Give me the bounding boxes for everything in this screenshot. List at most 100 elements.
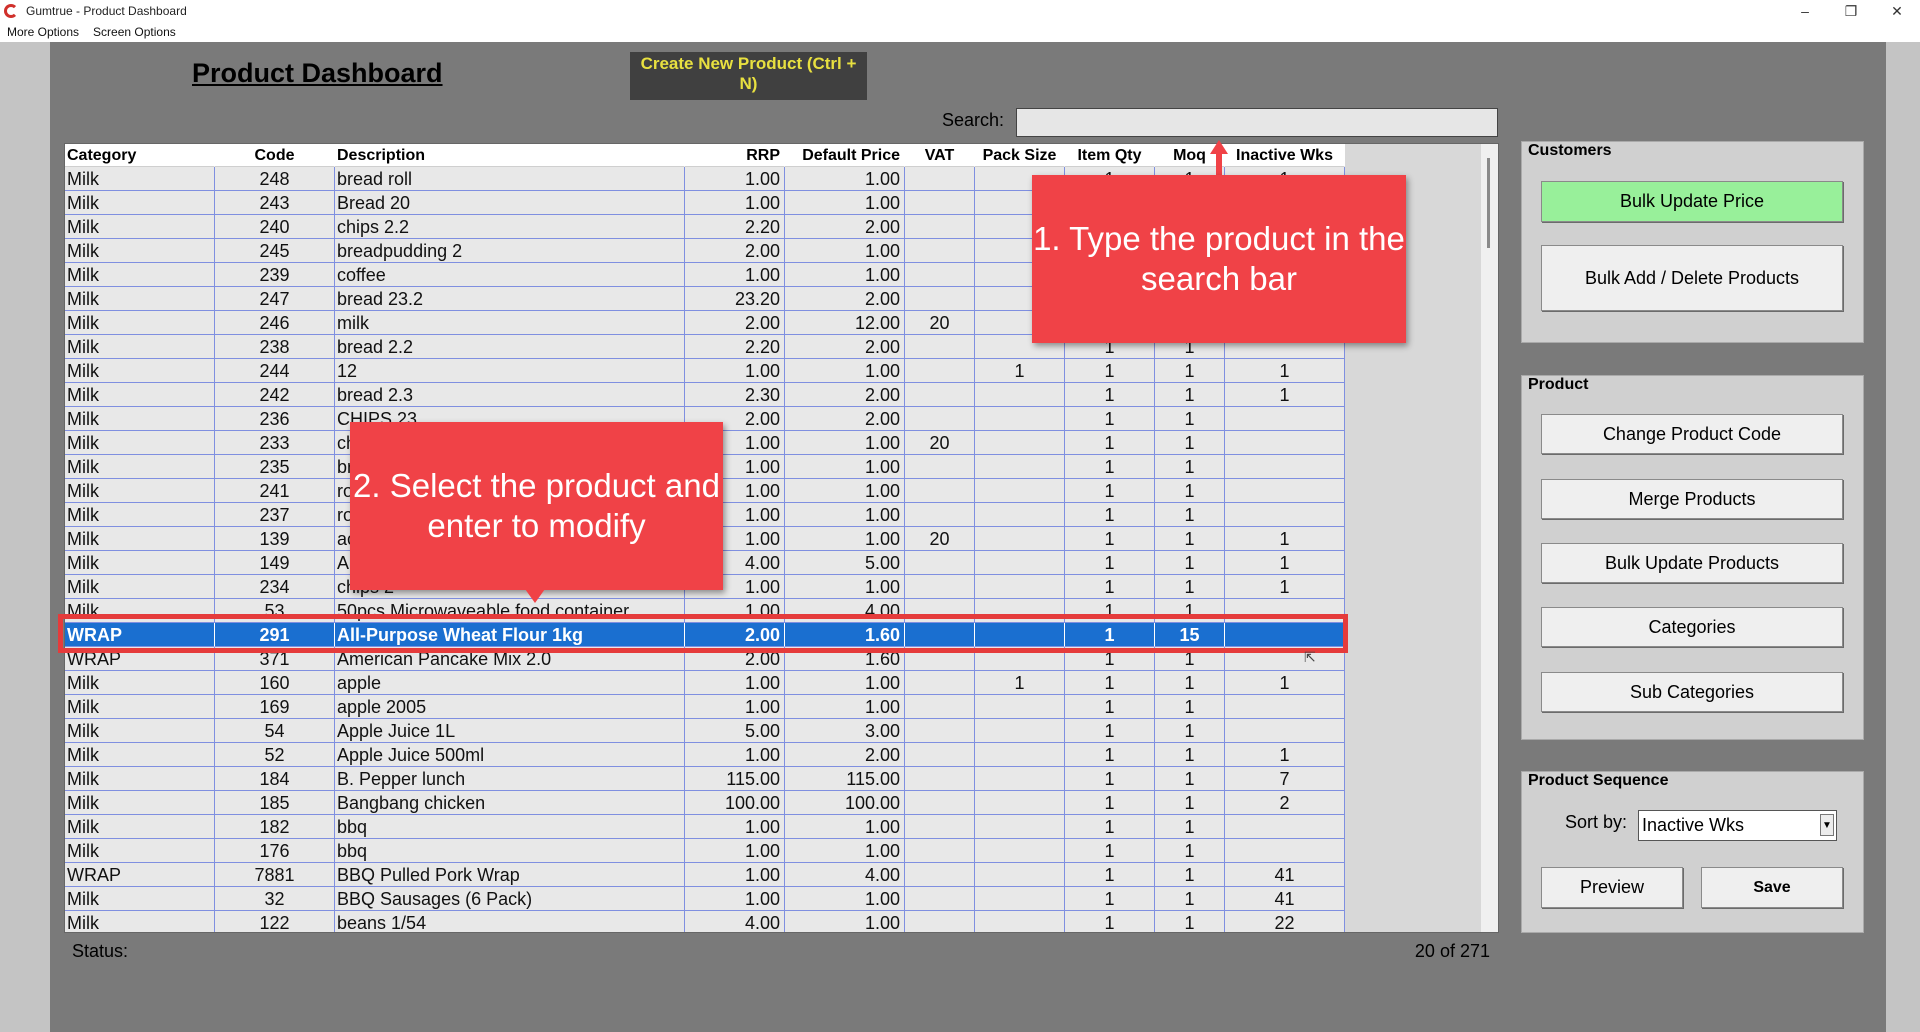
column-header-vat[interactable]: VAT	[905, 144, 975, 167]
table-row[interactable]: Milk 242 bread 2.3 2.30 2.00 1 1 1	[65, 383, 1345, 407]
customers-panel-title: Customers	[1528, 142, 1612, 159]
change-product-code-button[interactable]: Change Product Code	[1541, 414, 1843, 454]
cell-vat	[905, 839, 975, 863]
cell-moq: 1	[1155, 815, 1225, 839]
column-header-description[interactable]: Description	[335, 144, 685, 167]
save-button[interactable]: Save	[1701, 867, 1843, 908]
cell-pack-size	[975, 743, 1065, 767]
table-row[interactable]: Milk 185 Bangbang chicken 100.00 100.00 1 1 2	[65, 791, 1345, 815]
cell-moq: 1	[1155, 479, 1225, 503]
sub-categories-button[interactable]: Sub Categories	[1541, 672, 1843, 712]
cell-inactive-wks	[1225, 695, 1345, 719]
cell-vat	[905, 575, 975, 599]
cell-default-price: 1.00	[785, 887, 905, 911]
cell-inactive-wks	[1225, 455, 1345, 479]
cell-vat	[905, 767, 975, 791]
table-row[interactable]: Milk 54 Apple Juice 1L 5.00 3.00 1 1	[65, 719, 1345, 743]
categories-button[interactable]: Categories	[1541, 607, 1843, 647]
cell-category: Milk	[65, 671, 215, 695]
column-header-code[interactable]: Code	[215, 144, 335, 167]
cell-vat	[905, 359, 975, 383]
cell-moq: 1	[1155, 359, 1225, 383]
cell-inactive-wks: 7	[1225, 767, 1345, 791]
cell-pack-size	[975, 383, 1065, 407]
cell-vat: 20	[905, 527, 975, 551]
cell-inactive-wks	[1225, 839, 1345, 863]
create-product-button[interactable]: Create New Product (Ctrl + N)	[630, 52, 867, 100]
table-row[interactable]: Milk 176 bbq 1.00 1.00 1 1	[65, 839, 1345, 863]
cell-code: 238	[215, 335, 335, 359]
table-row[interactable]: Milk 244 12 1.00 1.00 1 1 1 1	[65, 359, 1345, 383]
mouse-pointer-icon: ⇱	[1304, 649, 1316, 665]
cell-vat	[905, 671, 975, 695]
bulk-update-products-button[interactable]: Bulk Update Products	[1541, 543, 1843, 583]
close-icon[interactable]: ✕	[1874, 0, 1920, 22]
cell-inactive-wks: 2	[1225, 791, 1345, 815]
cell-item-qty: 1	[1065, 455, 1155, 479]
cell-moq: 1	[1155, 839, 1225, 863]
dropdown-arrow-icon[interactable]: ▼	[1820, 814, 1834, 836]
sort-by-select[interactable]: Inactive Wks ▼	[1638, 810, 1837, 841]
bulk-update-price-button[interactable]: Bulk Update Price	[1541, 181, 1843, 222]
column-header-rrp[interactable]: RRP	[685, 144, 785, 167]
cell-item-qty: 1	[1065, 695, 1155, 719]
table-row[interactable]: Milk 122 beans 1/54 4.00 1.00 1 1 22	[65, 911, 1345, 932]
cell-rrp: 2.20	[685, 215, 785, 239]
menu-more-options[interactable]: More Options	[0, 25, 86, 39]
cell-moq: 1	[1155, 719, 1225, 743]
column-header-category[interactable]: Category	[65, 144, 215, 167]
cell-category: Milk	[65, 167, 215, 191]
cell-description: Bangbang chicken	[335, 791, 685, 815]
cell-inactive-wks: 1	[1225, 359, 1345, 383]
bulk-add-delete-products-button[interactable]: Bulk Add / Delete Products	[1541, 245, 1843, 311]
cell-default-price: 1.00	[785, 839, 905, 863]
menu-screen-options[interactable]: Screen Options	[86, 25, 183, 39]
cell-category: Milk	[65, 263, 215, 287]
cell-default-price: 2.00	[785, 215, 905, 239]
cell-code: 245	[215, 239, 335, 263]
cell-default-price: 2.00	[785, 287, 905, 311]
cell-pack-size	[975, 527, 1065, 551]
column-header-inactive-wks[interactable]: Inactive Wks	[1225, 144, 1345, 167]
scrollbar-thumb[interactable]	[1487, 158, 1490, 248]
arrow-up-icon	[1210, 140, 1228, 154]
maximize-icon[interactable]: ❐	[1828, 0, 1874, 22]
cell-rrp: 1.00	[685, 863, 785, 887]
cell-rrp: 100.00	[685, 791, 785, 815]
sort-by-value: Inactive Wks	[1642, 815, 1745, 835]
column-header-item-qty[interactable]: Item Qty	[1065, 144, 1155, 167]
table-row[interactable]: Milk 182 bbq 1.00 1.00 1 1	[65, 815, 1345, 839]
column-header-default-price[interactable]: Default Price	[785, 144, 905, 167]
selected-row-highlight	[58, 614, 1348, 653]
table-row[interactable]: Milk 160 apple 1.00 1.00 1 1 1 1	[65, 671, 1345, 695]
cell-inactive-wks	[1225, 503, 1345, 527]
cell-description: bbq	[335, 839, 685, 863]
preview-button[interactable]: Preview	[1541, 867, 1683, 908]
table-row[interactable]: Milk 32 BBQ Sausages (6 Pack) 1.00 1.00 1 1 41	[65, 887, 1345, 911]
cell-description: apple 2005	[335, 695, 685, 719]
cell-vat	[905, 719, 975, 743]
cell-rrp: 1.00	[685, 167, 785, 191]
cell-inactive-wks: 41	[1225, 887, 1345, 911]
minimize-icon[interactable]: –	[1782, 0, 1828, 22]
column-header-pack-size[interactable]: Pack Size	[975, 144, 1065, 167]
table-header: Category Code Description RRP Default Price V…	[65, 144, 1345, 167]
cell-code: 182	[215, 815, 335, 839]
vertical-scrollbar[interactable]	[1481, 144, 1498, 932]
cell-moq: 1	[1155, 503, 1225, 527]
cell-item-qty: 1	[1065, 887, 1155, 911]
cell-rrp: 2.20	[685, 335, 785, 359]
table-row[interactable]: Milk 184 B. Pepper lunch 115.00 115.00 1 1 7	[65, 767, 1345, 791]
cell-category: Milk	[65, 407, 215, 431]
table-row[interactable]: Milk 52 Apple Juice 500ml 1.00 2.00 1 1 1	[65, 743, 1345, 767]
cell-description: BBQ Pulled Pork Wrap	[335, 863, 685, 887]
cell-code: 54	[215, 719, 335, 743]
cell-vat	[905, 383, 975, 407]
cell-moq: 1	[1155, 743, 1225, 767]
cell-vat	[905, 791, 975, 815]
cell-category: Milk	[65, 743, 215, 767]
merge-products-button[interactable]: Merge Products	[1541, 479, 1843, 519]
table-row[interactable]: Milk 169 apple 2005 1.00 1.00 1 1	[65, 695, 1345, 719]
search-input[interactable]	[1016, 108, 1498, 137]
table-row[interactable]: WRAP 7881 BBQ Pulled Pork Wrap 1.00 4.00 1 1 41	[65, 863, 1345, 887]
